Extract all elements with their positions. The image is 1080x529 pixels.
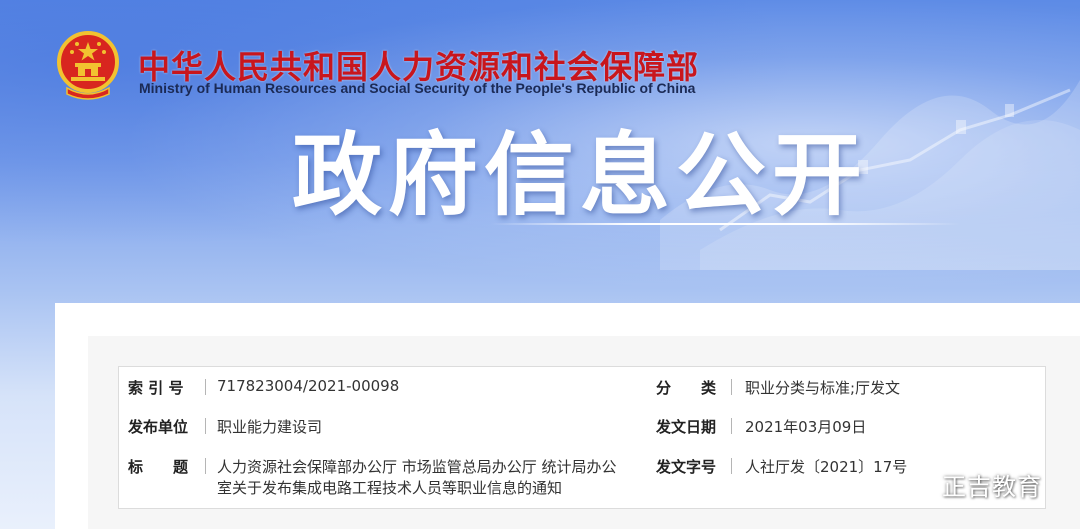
divider [205, 418, 206, 434]
divider [731, 458, 732, 474]
document-title-line-1[interactable]: 人力资源社会保障部办公厅 市场监管总局办公厅 统计局办公 [217, 456, 617, 477]
docno-label: 发文字号 [656, 458, 717, 476]
category-value: 职业分类与标准;厅发文 [745, 379, 901, 397]
date-label: 发文日期 [656, 418, 717, 436]
category-label: 分 类 [656, 379, 717, 397]
ministry-name-en: Ministry of Human Resources and Social S… [139, 80, 696, 96]
document-title-line-2[interactable]: 室关于发布集成电路工程技术人员等职业信息的通知 [217, 477, 562, 498]
page-title: 政府信息公开 [292, 123, 868, 228]
issuer-label: 发布单位 [128, 418, 189, 436]
wechat-icon [901, 471, 935, 497]
index-value: 717823004/2021-00098 [217, 377, 400, 395]
divider [731, 418, 732, 434]
issuer-value: 职业能力建设司 [217, 418, 323, 436]
divider [205, 458, 206, 474]
divider [205, 379, 206, 395]
national-emblem-icon [57, 31, 119, 100]
title-label: 标 题 [128, 458, 189, 476]
index-label: 索 引 号 [128, 379, 184, 397]
watermark-text: 正吉教育 [942, 473, 1042, 501]
divider [731, 379, 732, 395]
docno-value: 人社厅发〔2021〕17号 [745, 458, 908, 476]
title-underline [490, 223, 960, 225]
wechat-watermark: 正吉教育 [900, 467, 1042, 502]
date-value: 2021年03月09日 [745, 418, 867, 436]
